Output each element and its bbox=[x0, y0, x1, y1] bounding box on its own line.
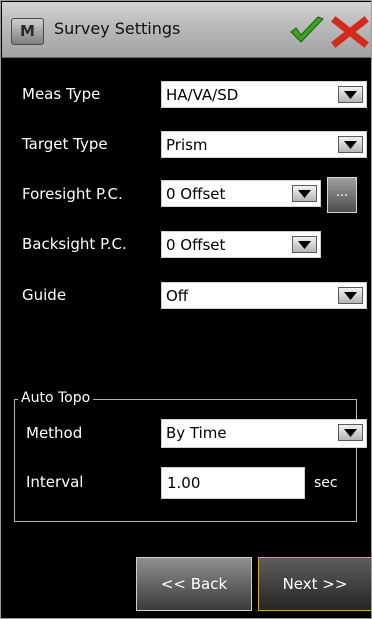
target-type-dropdown[interactable]: Prism bbox=[161, 131, 367, 158]
foresight-pc-label: Foresight P.C. bbox=[22, 185, 123, 203]
target-type-value: Prism bbox=[166, 136, 208, 154]
title-bar: M Survey Settings bbox=[2, 2, 371, 58]
check-icon bbox=[290, 16, 324, 43]
next-button[interactable]: Next >> bbox=[258, 557, 371, 611]
guide-label: Guide bbox=[22, 286, 67, 304]
target-type-label: Target Type bbox=[22, 135, 108, 153]
cancel-button[interactable] bbox=[331, 16, 369, 48]
auto-topo-legend: Auto Topo bbox=[18, 390, 94, 406]
window-title: Survey Settings bbox=[54, 19, 181, 38]
dropdown-arrow-icon[interactable] bbox=[338, 136, 363, 153]
interval-value: 1.00 bbox=[167, 474, 201, 492]
foresight-pc-dropdown[interactable]: 0 Offset bbox=[161, 180, 321, 207]
app-logo-icon: M bbox=[11, 18, 44, 45]
back-button[interactable]: << Back bbox=[136, 557, 252, 611]
foresight-browse-button[interactable]: ... bbox=[327, 177, 357, 213]
method-dropdown[interactable]: By Time bbox=[161, 419, 367, 448]
interval-label: Interval bbox=[26, 473, 84, 491]
meas-type-value: HA/VA/SD bbox=[166, 86, 239, 104]
ok-button[interactable] bbox=[288, 16, 326, 46]
dropdown-arrow-icon[interactable] bbox=[338, 287, 363, 304]
survey-settings-window: M Survey Settings Meas Type HA/VA/SD Tar… bbox=[0, 0, 372, 619]
interval-input[interactable]: 1.00 bbox=[161, 467, 305, 499]
guide-value: Off bbox=[166, 287, 189, 305]
backsight-pc-label: Backsight P.C. bbox=[22, 235, 127, 253]
dropdown-arrow-icon[interactable] bbox=[292, 185, 317, 202]
dropdown-arrow-icon[interactable] bbox=[292, 236, 317, 253]
backsight-pc-value: 0 Offset bbox=[166, 236, 226, 254]
method-label: Method bbox=[26, 424, 83, 442]
method-value: By Time bbox=[166, 424, 227, 442]
interval-unit: sec bbox=[314, 475, 338, 491]
dropdown-arrow-icon[interactable] bbox=[338, 424, 363, 441]
backsight-pc-dropdown[interactable]: 0 Offset bbox=[161, 231, 321, 258]
meas-type-dropdown[interactable]: HA/VA/SD bbox=[161, 81, 367, 108]
meas-type-label: Meas Type bbox=[22, 85, 101, 103]
dropdown-arrow-icon[interactable] bbox=[338, 86, 363, 103]
foresight-pc-value: 0 Offset bbox=[166, 185, 226, 203]
guide-dropdown[interactable]: Off bbox=[161, 282, 367, 309]
close-icon bbox=[331, 16, 369, 48]
auto-topo-group bbox=[14, 399, 357, 522]
